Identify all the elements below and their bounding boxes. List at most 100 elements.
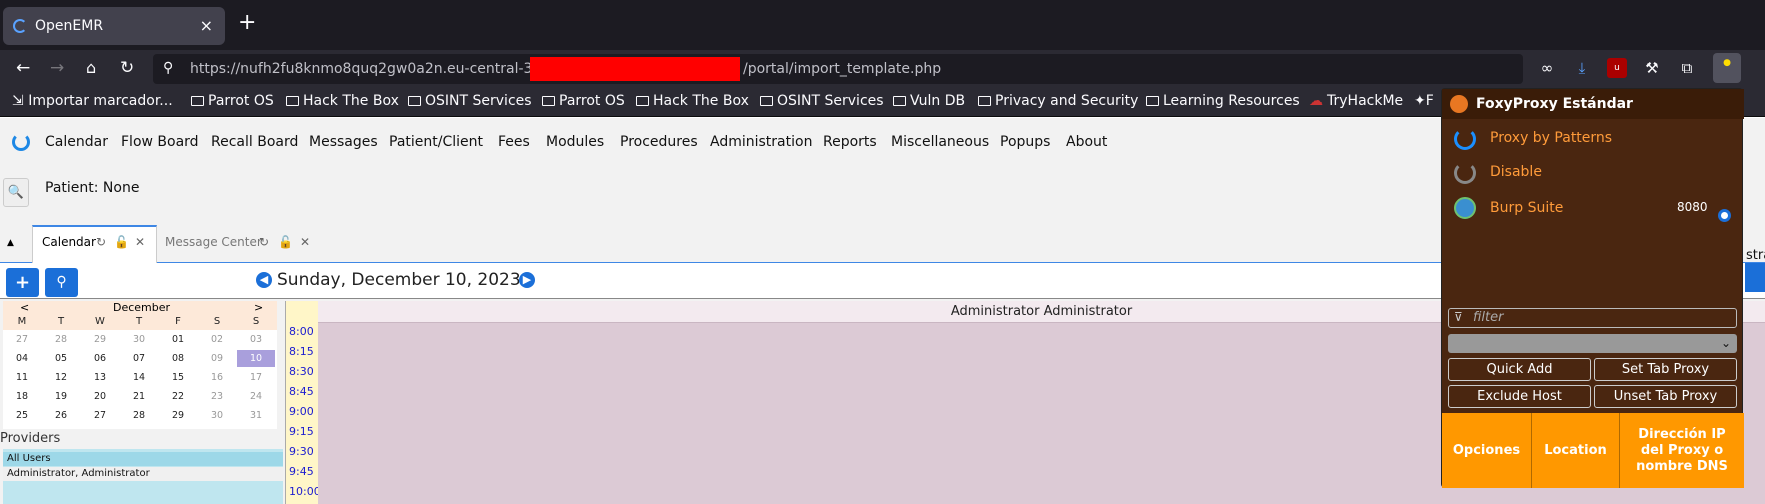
calendar-day[interactable]: 20 (81, 388, 119, 405)
calendar-day[interactable]: 29 (159, 407, 197, 424)
calendar-day[interactable]: 28 (120, 407, 158, 424)
filter-input[interactable]: filter (1448, 308, 1737, 328)
mask-icon[interactable]: ∞ (1537, 58, 1557, 78)
option-disable[interactable]: Disable (1490, 164, 1542, 180)
prev-day-icon[interactable]: ◀ (256, 272, 272, 288)
collapse-icon[interactable]: ▲ (7, 238, 14, 248)
foxyproxy-toolbar-icon[interactable]: ● (1713, 53, 1741, 83)
calendar-day[interactable]: 21 (120, 388, 158, 405)
time-slot[interactable]: 8:00 (289, 325, 314, 338)
bookmark-folder[interactable]: Parrot OS (542, 93, 625, 109)
back-icon[interactable]: ← (16, 58, 30, 78)
providers-list[interactable]: All Users Administrator, Administrator (3, 449, 283, 504)
calendar-day[interactable]: 23 (198, 388, 236, 405)
openemr-logo-icon[interactable] (12, 133, 30, 151)
menu-messages[interactable]: Messages (309, 134, 378, 150)
bookmark-folder[interactable]: Vuln DB (893, 93, 965, 109)
option-proxy-by-patterns[interactable]: Proxy by Patterns (1490, 130, 1612, 146)
calendar-day[interactable]: 05 (42, 350, 80, 367)
unlock-icon[interactable]: 🔓 (278, 235, 293, 249)
bookmark-folder[interactable]: OSINT Services (760, 93, 884, 109)
quick-add-button[interactable]: Quick Add (1448, 358, 1591, 381)
new-tab-button[interactable]: + (238, 12, 256, 34)
time-slot[interactable]: 8:45 (289, 385, 314, 398)
bookmark-folder[interactable]: Hack The Box (636, 93, 749, 109)
bookmark-folder[interactable]: Learning Resources (1146, 93, 1300, 109)
close-tab-icon[interactable]: × (200, 16, 213, 35)
tab-message-center[interactable]: Message Center (165, 235, 262, 249)
calendar-day[interactable]: 07 (120, 350, 158, 367)
calendar-day[interactable]: 30 (120, 331, 158, 348)
menu-fees[interactable]: Fees (498, 134, 530, 150)
calendar-day[interactable]: 06 (81, 350, 119, 367)
time-slot[interactable]: 9:15 (289, 425, 314, 438)
calendar-day[interactable]: 27 (81, 407, 119, 424)
time-slot[interactable]: 9:00 (289, 405, 314, 418)
calendar-day[interactable]: 19 (42, 388, 80, 405)
download-icon[interactable]: ⤓ (1572, 58, 1592, 78)
close-icon[interactable]: ✕ (300, 235, 310, 249)
set-tab-proxy-button[interactable]: Set Tab Proxy (1594, 358, 1737, 381)
bookmark-folder[interactable]: Hack The Box (286, 93, 399, 109)
option-burp-suite[interactable]: Burp Suite (1490, 200, 1563, 216)
browser-tab-openemr[interactable]: OpenEMR × (3, 7, 225, 45)
calendar-day[interactable]: 04 (3, 350, 41, 367)
ublock-icon[interactable]: u (1607, 58, 1627, 78)
time-slot[interactable]: 8:15 (289, 345, 314, 358)
calendar-day[interactable]: 30 (198, 407, 236, 424)
calendar-day[interactable]: 28 (42, 331, 80, 348)
bookmark-tryhackme[interactable]: ☁ TryHackMe (1309, 93, 1403, 109)
menu-patient-client[interactable]: Patient/Client (389, 134, 483, 150)
forward-icon[interactable]: → (50, 58, 64, 78)
unlock-icon[interactable]: 🔓 (114, 235, 129, 249)
calendar-day[interactable]: 27 (3, 331, 41, 348)
calendar-day[interactable]: 17 (237, 369, 275, 386)
prev-month-button[interactable]: < (20, 301, 29, 314)
next-month-button[interactable]: > (254, 301, 263, 314)
calendar-day[interactable]: 22 (159, 388, 197, 405)
patient-search-button[interactable]: 🔍 (3, 178, 29, 207)
close-icon[interactable]: ✕ (135, 235, 145, 249)
menu-modules[interactable]: Modules (546, 134, 604, 150)
calendar-day[interactable]: 10 (237, 350, 275, 367)
calendar-day[interactable]: 11 (3, 369, 41, 386)
calendar-day[interactable]: 08 (159, 350, 197, 367)
calendar-day[interactable]: 03 (237, 331, 275, 348)
ip-dns-button[interactable]: Dirección IP del Proxy o nombre DNS (1620, 413, 1744, 488)
menu-recall-board[interactable]: Recall Board (211, 134, 298, 150)
calendar-day[interactable]: 12 (42, 369, 80, 386)
bookmark-truncated[interactable]: ✦F (1414, 93, 1434, 109)
bookmark-folder[interactable]: Parrot OS (191, 93, 274, 109)
calendar-day[interactable]: 13 (81, 369, 119, 386)
search-event-button[interactable]: ⚲ (45, 268, 78, 297)
next-day-icon[interactable]: ▶ (519, 272, 535, 288)
extensions-icon[interactable]: ⧉ (1677, 58, 1697, 78)
refresh-icon[interactable]: ↻ (259, 235, 269, 249)
calendar-day[interactable]: 29 (81, 331, 119, 348)
refresh-icon[interactable]: ↻ (96, 235, 106, 249)
time-slot[interactable]: 8:30 (289, 365, 314, 378)
provider-option[interactable]: Administrator, Administrator (3, 467, 283, 481)
url-bar[interactable]: ⚲ https://nufh2fu8knmo8quq2gw0a2n.eu-cen… (153, 54, 1523, 84)
wrench-icon[interactable]: ⚒ (1642, 58, 1662, 78)
burp-radio[interactable] (1718, 209, 1731, 222)
location-button[interactable]: Location (1532, 413, 1620, 488)
menu-calendar[interactable]: Calendar (45, 134, 108, 150)
menu-flow-board[interactable]: Flow Board (121, 134, 199, 150)
proxy-select[interactable]: ⌄ (1448, 334, 1737, 353)
options-button[interactable]: Opciones (1442, 413, 1532, 488)
provider-option-all[interactable]: All Users (3, 452, 283, 466)
menu-about[interactable]: About (1066, 134, 1107, 150)
exclude-host-button[interactable]: Exclude Host (1448, 385, 1591, 408)
time-slot[interactable]: 9:30 (289, 445, 314, 458)
time-slot[interactable]: 9:45 (289, 465, 314, 478)
home-icon[interactable]: ⌂ (86, 58, 96, 78)
calendar-day[interactable]: 15 (159, 369, 197, 386)
menu-popups[interactable]: Popups (1000, 134, 1050, 150)
bookmark-import[interactable]: ⇲ Importar marcador... (12, 93, 173, 109)
calendar-day[interactable]: 31 (237, 407, 275, 424)
calendar-day[interactable]: 14 (120, 369, 158, 386)
menu-miscellaneous[interactable]: Miscellaneous (891, 134, 989, 150)
calendar-day[interactable]: 02 (198, 331, 236, 348)
calendar-day[interactable]: 01 (159, 331, 197, 348)
